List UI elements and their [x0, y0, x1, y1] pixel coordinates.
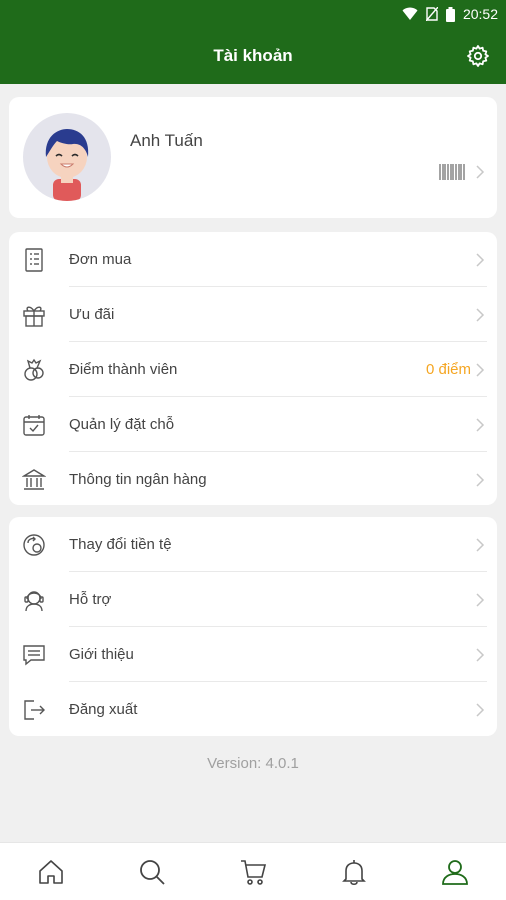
- logout-icon: [24, 699, 45, 720]
- bank-icon: [22, 468, 46, 490]
- search-icon: [139, 859, 165, 885]
- menu-item-label: Thay đổi tiền tệ: [69, 536, 172, 553]
- battery-icon: [445, 6, 455, 22]
- chevron-right-icon: [476, 702, 485, 717]
- medal-icon: [24, 358, 44, 381]
- no-sim-icon: [425, 7, 438, 21]
- wifi-icon: [402, 7, 418, 20]
- menu-item-about[interactable]: Giới thiệu: [9, 627, 497, 682]
- profile-name: Anh Tuấn: [130, 131, 203, 150]
- chat-icon: [23, 644, 45, 665]
- app-bar: Tài khoản: [0, 28, 506, 84]
- menu-item-bank-info[interactable]: Thông tin ngân hàng: [9, 452, 497, 507]
- nav-notifications[interactable]: [334, 852, 374, 892]
- menu-item-support[interactable]: Hỗ trợ: [9, 572, 497, 627]
- profile-card[interactable]: Anh Tuấn: [9, 97, 497, 218]
- calendar-check-icon: [23, 414, 45, 436]
- chevron-right-icon: [476, 252, 485, 267]
- page-title: Tài khoản: [213, 46, 293, 65]
- chevron-right-icon: [476, 165, 485, 179]
- menu-item-offers[interactable]: Ưu đãi: [9, 287, 497, 342]
- chevron-right-icon: [476, 362, 485, 377]
- support-icon: [24, 590, 44, 611]
- menu-item-logout[interactable]: Đăng xuất: [9, 682, 497, 737]
- menu-item-member-points[interactable]: Điểm thành viên 0 điểm: [9, 342, 497, 397]
- nav-home[interactable]: [31, 852, 71, 892]
- chevron-right-icon: [476, 472, 485, 487]
- menu-item-label: Giới thiệu: [69, 646, 134, 663]
- home-icon: [38, 859, 63, 884]
- bottom-navigation: [0, 842, 506, 900]
- nav-search[interactable]: [132, 852, 172, 892]
- menu-item-label: Hỗ trợ: [69, 591, 112, 608]
- cart-icon: [240, 859, 266, 885]
- chevron-right-icon: [476, 307, 485, 322]
- avatar: [23, 113, 111, 201]
- menu-item-label: Điểm thành viên: [69, 361, 178, 378]
- chevron-right-icon: [476, 417, 485, 432]
- status-bar: 20:52: [0, 0, 506, 28]
- barcode-icon[interactable]: [439, 163, 465, 181]
- gear-icon: [467, 45, 489, 67]
- app-version: Version: 4.0.1: [207, 755, 299, 772]
- menu-item-bookings[interactable]: Quản lý đặt chỗ: [9, 397, 497, 452]
- settings-button[interactable]: [464, 42, 492, 70]
- nav-cart[interactable]: [233, 852, 273, 892]
- menu-item-label: Đăng xuất: [69, 701, 138, 718]
- menu-item-label: Thông tin ngân hàng: [69, 471, 207, 488]
- menu-group-settings: Thay đổi tiền tệ Hỗ trợ Giới thiệu Đăng …: [9, 517, 497, 736]
- bell-icon: [342, 859, 367, 885]
- points-value: 0 điểm: [425, 361, 471, 378]
- account-icon: [442, 859, 469, 885]
- menu-group-account: Đơn mua Ưu đãi Điểm thành viên 0 điểm Qu…: [9, 232, 497, 505]
- menu-item-label: Quản lý đặt chỗ: [69, 416, 175, 433]
- menu-item-label: Ưu đãi: [69, 306, 115, 323]
- chevron-right-icon: [476, 592, 485, 607]
- gift-icon: [23, 306, 45, 327]
- chevron-right-icon: [476, 647, 485, 662]
- menu-item-orders[interactable]: Đơn mua: [9, 232, 497, 287]
- nav-account[interactable]: [435, 852, 475, 892]
- receipt-icon: [25, 247, 43, 272]
- status-time: 20:52: [462, 6, 498, 22]
- chevron-right-icon: [476, 537, 485, 552]
- menu-item-label: Đơn mua: [69, 251, 132, 268]
- menu-item-change-currency[interactable]: Thay đổi tiền tệ: [9, 517, 497, 572]
- currency-exchange-icon: [23, 533, 45, 556]
